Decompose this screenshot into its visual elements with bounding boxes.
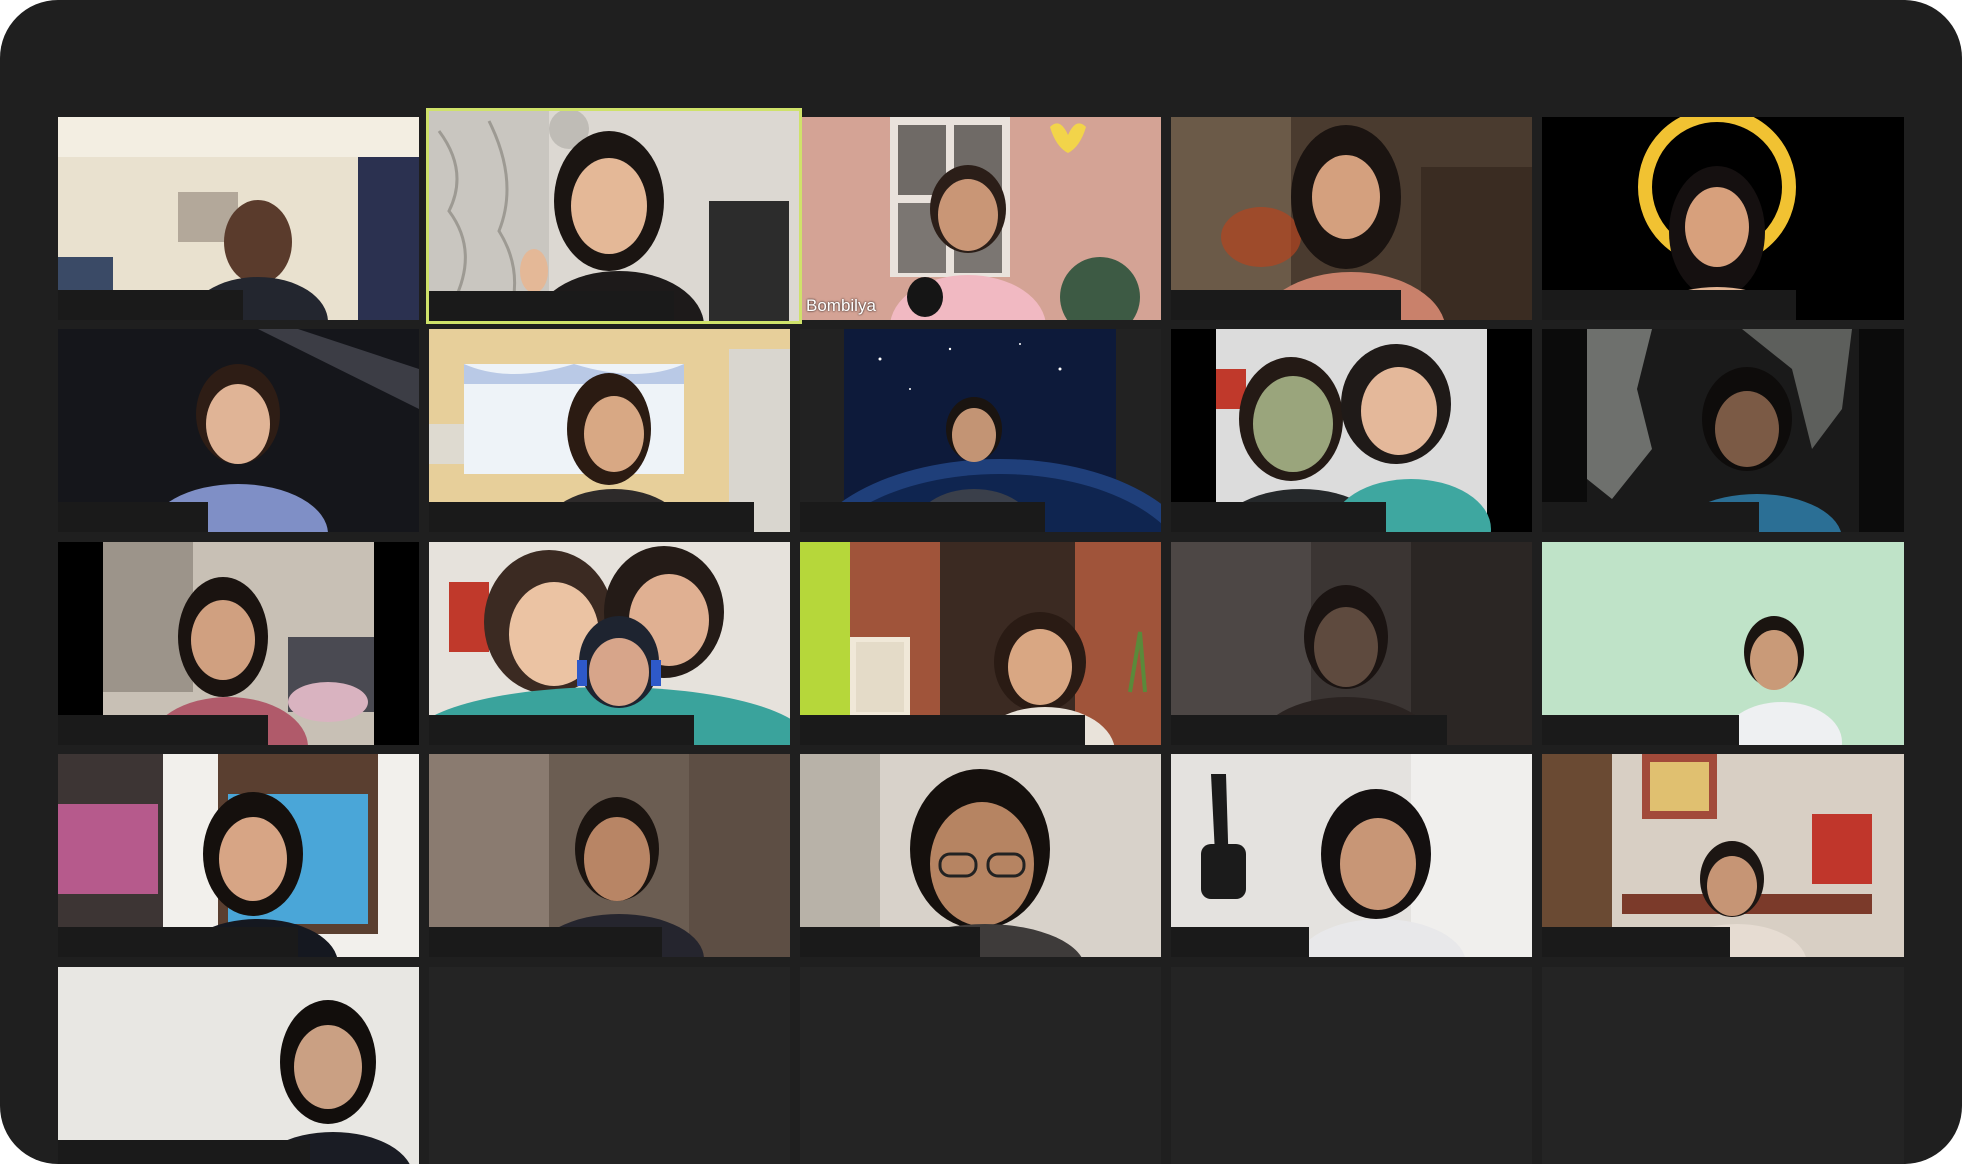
empty-grid-cell <box>1171 967 1532 1164</box>
participant-tile[interactable]: Bombilya <box>800 117 1161 320</box>
participant-tile[interactable] <box>58 967 419 1164</box>
name-bar <box>429 927 662 957</box>
participant-tile[interactable] <box>58 117 419 320</box>
name-bar <box>1171 927 1309 957</box>
participant-tile[interactable] <box>1171 542 1532 745</box>
participant-name: Bombilya <box>806 296 876 315</box>
participant-tile[interactable] <box>800 754 1161 957</box>
name-bar <box>800 927 980 957</box>
name-bar <box>58 927 298 957</box>
participant-tile[interactable] <box>58 754 419 957</box>
participant-tile[interactable] <box>1542 329 1904 532</box>
participant-tile[interactable] <box>800 329 1161 532</box>
empty-grid-cell <box>800 967 1161 1164</box>
name-bar <box>429 502 754 532</box>
name-bar <box>1542 502 1759 532</box>
name-bar <box>800 715 1085 745</box>
name-bar <box>1171 290 1401 320</box>
name-bar <box>429 291 674 321</box>
name-bar <box>1542 715 1739 745</box>
participant-tile[interactable] <box>1171 329 1532 532</box>
participant-tile[interactable] <box>429 754 790 957</box>
name-bar <box>58 1140 310 1164</box>
participant-tile[interactable] <box>58 542 419 745</box>
name-bar <box>1542 290 1796 320</box>
name-bar <box>1171 715 1447 745</box>
name-bar <box>1171 502 1386 532</box>
name-bar <box>1542 927 1730 957</box>
participant-tile[interactable] <box>800 542 1161 745</box>
meeting-window: Bombilya <box>0 0 1962 1164</box>
participant-video <box>800 117 1161 320</box>
participant-tile[interactable] <box>1542 754 1904 957</box>
participant-tile-active-speaker[interactable] <box>426 108 802 324</box>
name-bar <box>58 290 243 320</box>
participant-tile[interactable] <box>1171 754 1532 957</box>
gallery-grid: Bombilya <box>58 108 1904 1164</box>
empty-grid-cell <box>1542 967 1904 1164</box>
participant-video <box>429 111 799 321</box>
name-bar <box>429 715 694 745</box>
participant-video <box>58 967 419 1164</box>
participant-tile[interactable] <box>429 329 790 532</box>
participant-tile[interactable] <box>1171 117 1532 320</box>
name-bar <box>800 502 1045 532</box>
participant-tile[interactable] <box>1542 542 1904 745</box>
participant-tile[interactable] <box>58 329 419 532</box>
participant-tile[interactable] <box>429 542 790 745</box>
participant-tile[interactable] <box>1542 117 1904 320</box>
empty-grid-cell <box>429 967 790 1164</box>
name-bar <box>58 502 208 532</box>
name-bar <box>58 715 268 745</box>
